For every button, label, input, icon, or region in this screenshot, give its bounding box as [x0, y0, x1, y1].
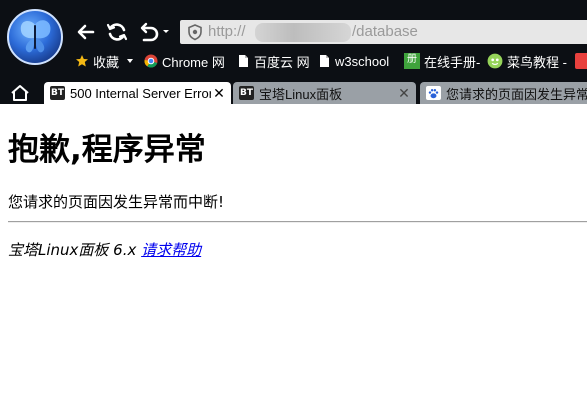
bookmark-w3school[interactable]: w3school — [317, 50, 389, 72]
bookmark-favorites[interactable]: 收藏 — [75, 50, 135, 72]
page-content: 抱歉,程序异常 您请求的页面因发生异常而中断! 宝塔Linux面板 6.x 请求… — [0, 104, 587, 408]
bookmark-overflow[interactable] — [575, 50, 587, 72]
chrome-icon — [144, 54, 158, 68]
address-bar[interactable]: http:// /database — [180, 20, 587, 44]
tab-500-error[interactable]: BT 500 Internal Server Error ✕ — [44, 82, 231, 104]
address-url-scheme: http:// — [208, 23, 246, 40]
footer-text: 宝塔Linux面板 6.x — [8, 241, 142, 259]
chevron-down-icon — [127, 59, 134, 63]
address-url-path: /database — [352, 23, 418, 40]
tab-exception-page[interactable]: 您请求的页面因发生异常 — [420, 82, 587, 104]
baidu-paw-icon — [426, 86, 441, 100]
page-icon — [239, 55, 248, 67]
tab-bar: BT 500 Internal Server Error ✕ BT 宝塔Linu… — [0, 80, 587, 104]
runoob-icon — [487, 53, 503, 69]
close-tab-icon[interactable]: ✕ — [396, 85, 412, 102]
undo-close-button[interactable] — [135, 19, 175, 45]
tab-label: 您请求的页面因发生异常 — [446, 86, 587, 102]
footer: 宝塔Linux面板 6.x 请求帮助 — [8, 239, 201, 260]
close-tab-icon[interactable]: ✕ — [211, 85, 227, 102]
bookmark-label: w3school — [335, 53, 390, 69]
error-message: 您请求的页面因发生异常而中断! — [8, 193, 225, 211]
bookmark-label: 百度云 网 — [254, 54, 310, 70]
tab-label: 宝塔Linux面板 — [259, 86, 343, 102]
tab-label: 500 Internal Server Error — [70, 85, 211, 101]
star-icon — [76, 55, 88, 67]
bookmark-runoob[interactable]: 菜鸟教程 - — [487, 50, 567, 72]
tab-bt-panel[interactable]: BT 宝塔Linux面板 ✕ — [233, 82, 416, 104]
back-button[interactable] — [73, 19, 99, 45]
divider — [8, 221, 587, 223]
undo-icon — [140, 22, 169, 42]
bt-favicon-icon: BT — [50, 86, 65, 100]
bookmark-label: 菜鸟教程 - — [507, 54, 567, 70]
back-arrow-icon — [77, 24, 95, 40]
shield-icon[interactable] — [186, 23, 204, 41]
reload-button[interactable] — [104, 19, 130, 45]
page-title: 抱歉,程序异常 — [8, 132, 206, 168]
bookmark-chrome[interactable]: Chrome 网 — [144, 50, 225, 72]
bookmark-label: 在线手册- — [424, 54, 481, 70]
home-icon[interactable] — [9, 83, 31, 103]
reload-icon — [106, 23, 128, 41]
bookmark-label: 收藏 — [93, 54, 120, 70]
help-link[interactable]: 请求帮助 — [141, 241, 201, 259]
bookmark-baiduyun[interactable]: 百度云 网 — [236, 50, 310, 72]
manual-icon: 册 — [404, 53, 420, 69]
red-app-icon — [575, 53, 587, 69]
bt-favicon-icon: BT — [239, 86, 254, 100]
bookmark-online-manual[interactable]: 册 在线手册- — [404, 50, 480, 72]
browser-chrome: http:// /database 收藏 Chrome 网 百度云 网 w3sc… — [0, 0, 587, 104]
browser-logo-icon[interactable] — [7, 9, 63, 65]
redacted-host — [255, 23, 351, 42]
bookmark-label: Chrome 网 — [162, 54, 225, 70]
page-icon — [320, 55, 329, 67]
bookmarks-bar: 收藏 Chrome 网 百度云 网 w3school 册 在线手册- 菜鸟教程 … — [72, 50, 587, 72]
